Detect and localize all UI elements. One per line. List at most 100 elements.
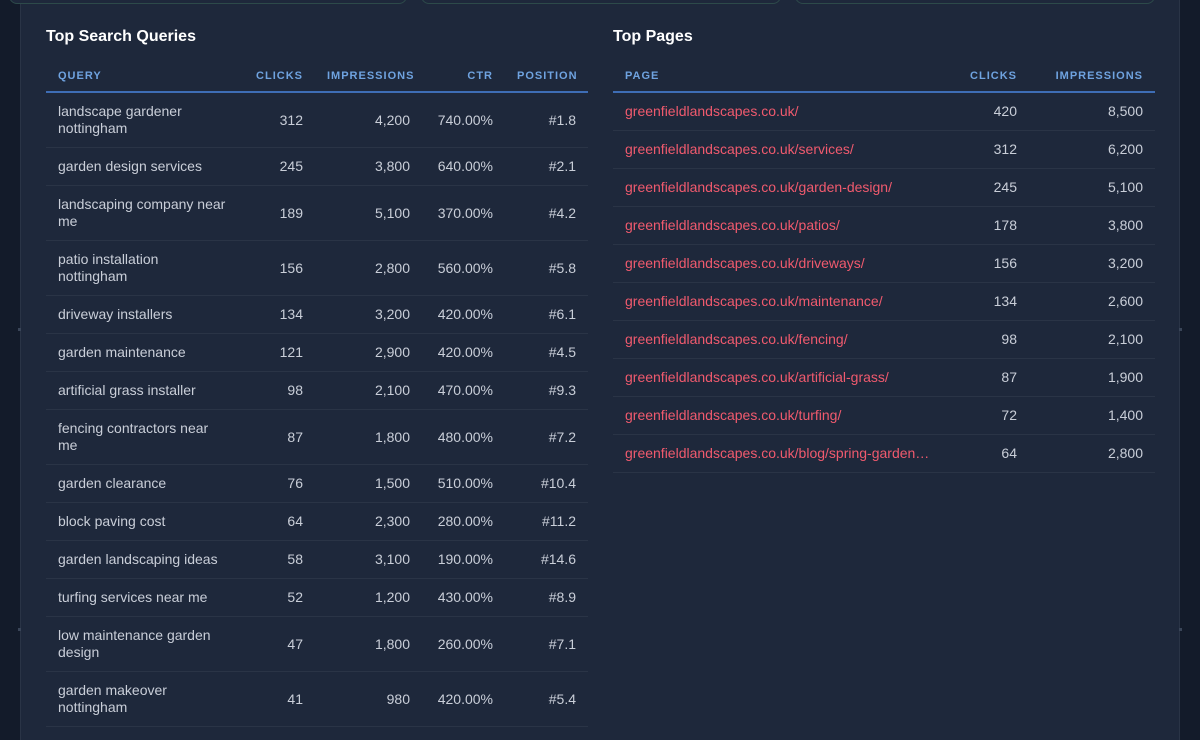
column-header-impressions[interactable]: IMPRESSIONS bbox=[1029, 60, 1155, 93]
table-row: garden maintenance 121 2,900 420.00% #4.5 bbox=[46, 333, 588, 372]
impressions-cell: 8,500 bbox=[1029, 92, 1155, 131]
position-cell: #4.2 bbox=[505, 185, 588, 241]
table-row: garden makeover nottingham 41 980 420.00% #5… bbox=[46, 671, 588, 727]
position-cell: #11.2 bbox=[505, 502, 588, 541]
query-cell: block paving cost bbox=[46, 502, 242, 541]
clicks-cell: 64 bbox=[955, 434, 1029, 473]
clicks-cell: 76 bbox=[242, 464, 315, 503]
page-link[interactable]: greenfieldlandscapes.co.uk/services/ bbox=[625, 141, 943, 158]
impressions-cell: 1,900 bbox=[1029, 358, 1155, 397]
ctr-cell: 560.00% bbox=[422, 240, 505, 296]
query-cell: garden makeover nottingham bbox=[46, 671, 242, 727]
clicks-cell: 52 bbox=[242, 578, 315, 617]
position-cell: #8.9 bbox=[505, 578, 588, 617]
page-cell: greenfieldlandscapes.co.uk/fencing/ bbox=[613, 320, 955, 359]
position-cell: #6.1 bbox=[505, 295, 588, 334]
impressions-cell: 2,300 bbox=[315, 502, 422, 541]
position-cell: #1.8 bbox=[505, 92, 588, 148]
impressions-cell: 2,100 bbox=[315, 371, 422, 410]
table-row: landscape gardener nottingham 312 4,200 740… bbox=[46, 92, 588, 148]
page-link[interactable]: greenfieldlandscapes.co.uk/patios/ bbox=[625, 217, 943, 234]
query-cell: patio installation nottingham bbox=[46, 240, 242, 296]
page-cell: greenfieldlandscapes.co.uk/ bbox=[613, 92, 955, 131]
queries-header-row: QUERY CLICKS IMPRESSIONS CTR POSITION bbox=[46, 60, 588, 93]
impressions-cell: 3,200 bbox=[315, 295, 422, 334]
page-link[interactable]: greenfieldlandscapes.co.uk/garden-design… bbox=[625, 179, 943, 196]
clicks-cell: 134 bbox=[955, 282, 1029, 321]
ctr-cell: 480.00% bbox=[422, 409, 505, 465]
page-cell: greenfieldlandscapes.co.uk/maintenance/ bbox=[613, 282, 955, 321]
clicks-cell: 189 bbox=[242, 185, 315, 241]
page-cell: greenfieldlandscapes.co.uk/blog/spring-g… bbox=[613, 434, 955, 473]
queries-table: QUERY CLICKS IMPRESSIONS CTR POSITION la… bbox=[46, 60, 588, 727]
position-cell: #10.4 bbox=[505, 464, 588, 503]
query-cell: garden clearance bbox=[46, 464, 242, 503]
clicks-cell: 72 bbox=[955, 396, 1029, 435]
query-cell: low maintenance garden design bbox=[46, 616, 242, 672]
column-header-query[interactable]: QUERY bbox=[46, 60, 242, 93]
table-row: greenfieldlandscapes.co.uk/garden-design… bbox=[613, 168, 1155, 207]
clicks-cell: 134 bbox=[242, 295, 315, 334]
clicks-cell: 87 bbox=[955, 358, 1029, 397]
query-cell: driveway installers bbox=[46, 295, 242, 334]
page-link[interactable]: greenfieldlandscapes.co.uk/maintenance/ bbox=[625, 293, 943, 310]
stat-card-2 bbox=[421, 0, 781, 4]
position-cell: #7.1 bbox=[505, 616, 588, 672]
query-cell: garden landscaping ideas bbox=[46, 540, 242, 579]
impressions-cell: 980 bbox=[315, 671, 422, 727]
clicks-cell: 156 bbox=[242, 240, 315, 296]
background-dot bbox=[18, 328, 21, 331]
impressions-cell: 6,200 bbox=[1029, 130, 1155, 169]
query-cell: landscape gardener nottingham bbox=[46, 92, 242, 148]
column-header-ctr[interactable]: CTR bbox=[422, 60, 505, 93]
ctr-cell: 640.00% bbox=[422, 147, 505, 186]
column-header-impressions[interactable]: IMPRESSIONS bbox=[315, 60, 422, 93]
table-row: greenfieldlandscapes.co.uk/patios/178 3,8… bbox=[613, 206, 1155, 245]
query-cell: fencing contractors near me bbox=[46, 409, 242, 465]
clicks-cell: 98 bbox=[955, 320, 1029, 359]
page-cell: greenfieldlandscapes.co.uk/patios/ bbox=[613, 206, 955, 245]
page-link[interactable]: greenfieldlandscapes.co.uk/ bbox=[625, 103, 943, 120]
clicks-cell: 156 bbox=[955, 244, 1029, 283]
impressions-cell: 1,800 bbox=[315, 616, 422, 672]
ctr-cell: 420.00% bbox=[422, 671, 505, 727]
page-link[interactable]: greenfieldlandscapes.co.uk/driveways/ bbox=[625, 255, 943, 272]
ctr-cell: 510.00% bbox=[422, 464, 505, 503]
ctr-cell: 190.00% bbox=[422, 540, 505, 579]
query-cell: garden maintenance bbox=[46, 333, 242, 372]
page-link[interactable]: greenfieldlandscapes.co.uk/turfing/ bbox=[625, 407, 943, 424]
background-dot bbox=[18, 628, 21, 631]
impressions-cell: 3,200 bbox=[1029, 244, 1155, 283]
impressions-cell: 1,800 bbox=[315, 409, 422, 465]
table-row: fencing contractors near me 87 1,800 480.00… bbox=[46, 409, 588, 465]
column-header-clicks[interactable]: CLICKS bbox=[955, 60, 1029, 93]
table-row: driveway installers 134 3,200 420.00% #6.1 bbox=[46, 295, 588, 334]
background-dot bbox=[1179, 328, 1182, 331]
page-link[interactable]: greenfieldlandscapes.co.uk/blog/spring-g… bbox=[625, 445, 943, 462]
impressions-cell: 4,200 bbox=[315, 92, 422, 148]
position-cell: #14.6 bbox=[505, 540, 588, 579]
column-header-position[interactable]: POSITION bbox=[505, 60, 588, 93]
page-cell: greenfieldlandscapes.co.uk/driveways/ bbox=[613, 244, 955, 283]
impressions-cell: 1,200 bbox=[315, 578, 422, 617]
page-cell: greenfieldlandscapes.co.uk/services/ bbox=[613, 130, 955, 169]
page-link[interactable]: greenfieldlandscapes.co.uk/artificial-gr… bbox=[625, 369, 943, 386]
impressions-cell: 3,800 bbox=[315, 147, 422, 186]
clicks-cell: 312 bbox=[242, 92, 315, 148]
table-row: low maintenance garden design 47 1,800 260.… bbox=[46, 616, 588, 672]
position-cell: #7.2 bbox=[505, 409, 588, 465]
impressions-cell: 1,400 bbox=[1029, 396, 1155, 435]
query-cell: landscaping company near me bbox=[46, 185, 242, 241]
column-header-clicks[interactable]: CLICKS bbox=[242, 60, 315, 93]
pages-table: PAGE CLICKS IMPRESSIONS greenfieldlandsc… bbox=[613, 60, 1155, 473]
clicks-cell: 121 bbox=[242, 333, 315, 372]
table-row: greenfieldlandscapes.co.uk/420 8,500 bbox=[613, 92, 1155, 131]
report-panel: Top Search Queries QUERY CLICKS IMPRESSI… bbox=[9, 0, 1180, 740]
query-cell: artificial grass installer bbox=[46, 371, 242, 410]
impressions-cell: 2,100 bbox=[1029, 320, 1155, 359]
clicks-cell: 178 bbox=[955, 206, 1029, 245]
table-row: greenfieldlandscapes.co.uk/blog/spring-g… bbox=[613, 434, 1155, 473]
page-link[interactable]: greenfieldlandscapes.co.uk/fencing/ bbox=[625, 331, 943, 348]
column-header-page[interactable]: PAGE bbox=[613, 60, 955, 93]
impressions-cell: 3,800 bbox=[1029, 206, 1155, 245]
